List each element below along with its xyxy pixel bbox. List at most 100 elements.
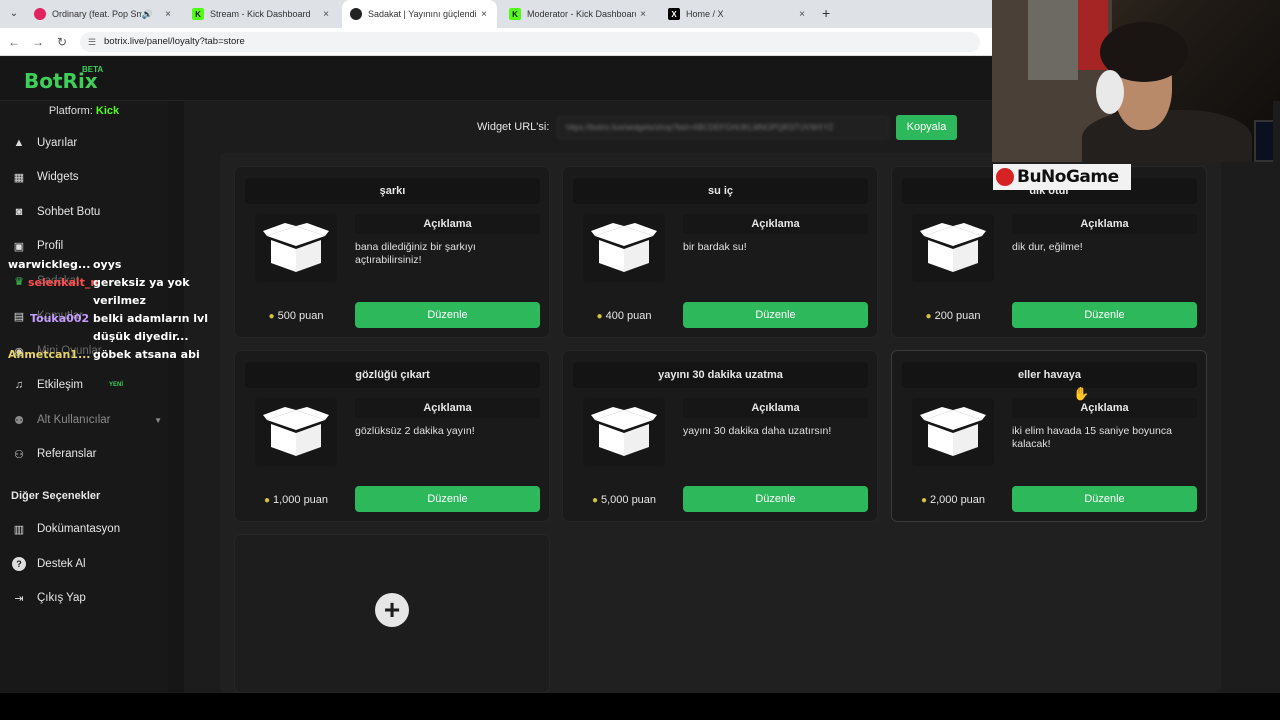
store-item-card: eller havaya Açıklama iki elim havada 15… <box>891 350 1207 522</box>
sidebar-item-profil[interactable]: ▣ Profil <box>12 236 162 256</box>
chat-text: gereksiz ya yok <box>93 276 190 289</box>
price-value: 200 puan <box>934 310 981 322</box>
sidebar-item-label: Dokümantasyon <box>37 523 121 535</box>
tab-search-icon[interactable]: ⌄ <box>6 6 22 22</box>
help-icon: ? <box>12 557 26 571</box>
chevron-down-icon[interactable]: ▼ <box>154 416 162 425</box>
item-title: yayını 30 dakika uzatma <box>573 362 868 388</box>
price-value: 5,000 puan <box>600 494 657 506</box>
new-badge: YENİ <box>109 382 124 388</box>
box-icon <box>912 214 994 282</box>
speaker-icon[interactable]: 🔊 <box>142 9 153 20</box>
tab-title: Ordinary (feat. Pop Smoke) <box>52 9 142 19</box>
hand-cursor-icon: ✋ <box>1073 386 1090 401</box>
chat-username: selenkalt_n <box>28 276 99 289</box>
browser-tab[interactable]: K Moderator - Kick Dashboard × <box>501 0 656 28</box>
coins-icon: ● <box>920 495 927 506</box>
chat-message: selenkalt_n gereksiz ya yok <box>28 276 190 289</box>
bottom-strip <box>0 693 1280 720</box>
chat-message: Ahmetcan1... göbek atsana abi <box>8 348 200 361</box>
trophy-icon: ♛ <box>14 275 24 288</box>
browser-tab[interactable]: Ordinary (feat. Pop Smoke) 🔊 × <box>26 0 181 28</box>
chat-username: warwickleg... <box>8 258 91 271</box>
forward-icon[interactable]: → <box>30 34 46 50</box>
coins-icon: ● <box>591 495 598 506</box>
reload-icon[interactable]: ↻ <box>54 34 70 50</box>
back-icon[interactable]: ← <box>6 34 22 50</box>
tab-title: Moderator - Kick Dashboard <box>527 9 636 19</box>
browser-tab[interactable]: K Stream - Kick Dashboard × <box>184 0 339 28</box>
item-title: su iç <box>573 178 868 204</box>
headphones-icon <box>1096 70 1124 114</box>
book-icon: ▥ <box>13 523 25 536</box>
store-item-card: su iç Açıklama bir bardak su! ● 400 puan … <box>562 166 878 338</box>
sidebar-item-referanslar[interactable]: ⚇ Referanslar <box>12 444 162 464</box>
section-title-other: Diğer Seçenekler <box>11 490 101 502</box>
brand-text: BuNoGame <box>1017 167 1119 187</box>
chat-username: Ahmetcan1... <box>8 348 91 361</box>
sidebar-item-uyarilar[interactable]: ▲ Uyarılar <box>12 133 162 153</box>
browser-tab[interactable]: X Home / X × <box>660 0 815 28</box>
users-icon: ⚉ <box>14 414 24 427</box>
box-icon <box>583 398 665 466</box>
site-info-icon[interactable]: ☰ <box>88 32 96 52</box>
coins-icon: ● <box>596 311 603 322</box>
platform-value: Kick <box>95 105 120 117</box>
sidebar-item-label: Etkileşim <box>37 379 84 391</box>
add-icon[interactable]: + <box>375 593 409 627</box>
chat-username: Touka002 <box>30 312 90 325</box>
grid-icon: ▦ <box>13 171 25 184</box>
description-header: Açıklama <box>1012 214 1197 234</box>
sidebar-item-label: Uyarılar <box>37 137 78 149</box>
box-icon <box>255 214 337 282</box>
tab-close-icon[interactable]: × <box>477 9 491 20</box>
store-item-card: yayını 30 dakika uzatma Açıklama yayını … <box>562 350 878 522</box>
edit-button[interactable]: Düzenle <box>355 486 540 512</box>
sidebar-item-dokumantasyon[interactable]: ▥ Dokümantasyon <box>12 519 162 539</box>
sidebar-item-label: Sohbet Botu <box>37 206 101 218</box>
sidebar-item-sohbet-botu[interactable]: ◙ Sohbet Botu <box>12 202 162 222</box>
store-item-card: dik otur Açıklama dik dur, eğilme! ● 200 … <box>891 166 1207 338</box>
beta-badge: BETA <box>82 65 104 74</box>
price-value: 400 puan <box>605 310 652 322</box>
sidebar-item-destek-al[interactable]: ? Destek Al <box>12 554 162 574</box>
logout-icon: ⇥ <box>14 592 24 605</box>
sidebar-item-widgets[interactable]: ▦ Widgets <box>12 167 162 187</box>
edit-button[interactable]: Düzenle <box>1012 302 1197 328</box>
sidebar-item-etkilesim[interactable]: ♫ Etkileşim YENİ <box>12 375 162 395</box>
scrollbar[interactable] <box>1273 101 1280 693</box>
tab-close-icon[interactable]: × <box>319 9 333 20</box>
widget-url-field[interactable]: https://botrix.live/widgets/shop?bid=ABC… <box>557 116 889 139</box>
tab-close-icon[interactable]: × <box>795 9 809 20</box>
chat-message: verilmez <box>93 294 146 307</box>
brand-logo-icon <box>996 168 1014 186</box>
description-header: Açıklama <box>355 214 540 234</box>
browser-tab-active[interactable]: Sadakat | Yayınını güçlendirmek × <box>342 0 497 28</box>
url-field[interactable]: ☰ botrix.live/panel/loyalty?tab=store <box>80 32 980 52</box>
sidebar-item-label: Alt Kullanıcılar <box>37 414 111 426</box>
description-header: Açıklama <box>1012 398 1197 418</box>
edit-button[interactable]: Düzenle <box>355 302 540 328</box>
sidebar-item-alt-kullanicilar[interactable]: ⚉ Alt Kullanıcılar ▼ <box>12 410 162 430</box>
item-price: ● 5,000 puan <box>583 494 665 506</box>
chat-text: belki adamların lvl <box>93 312 208 325</box>
music-icon: ♫ <box>14 379 24 391</box>
tab-close-icon[interactable]: × <box>161 9 175 20</box>
kick-favicon-icon: K <box>192 8 204 20</box>
item-description: bir bardak su! <box>683 241 747 253</box>
sidebar-item-cikis-yap[interactable]: ⇥ Çıkış Yap <box>12 588 162 608</box>
url-text: botrix.live/panel/loyalty?tab=store <box>104 36 245 47</box>
new-tab-button[interactable]: + <box>822 5 830 21</box>
copy-button[interactable]: Kopyala <box>896 115 957 140</box>
edit-button[interactable]: Düzenle <box>683 486 868 512</box>
edit-button[interactable]: Düzenle <box>1012 486 1197 512</box>
box-icon <box>255 398 337 466</box>
cam-poster <box>1028 0 1078 80</box>
edit-button[interactable]: Düzenle <box>683 302 868 328</box>
chat-text: düşük diyedir... <box>93 330 189 343</box>
add-item-card[interactable]: + <box>234 534 550 693</box>
sidebar-item-label: Profil <box>37 240 64 252</box>
tab-close-icon[interactable]: × <box>636 9 650 20</box>
tab-title: Home / X <box>686 9 724 19</box>
platform-indicator: Platform: Kick <box>0 105 168 117</box>
